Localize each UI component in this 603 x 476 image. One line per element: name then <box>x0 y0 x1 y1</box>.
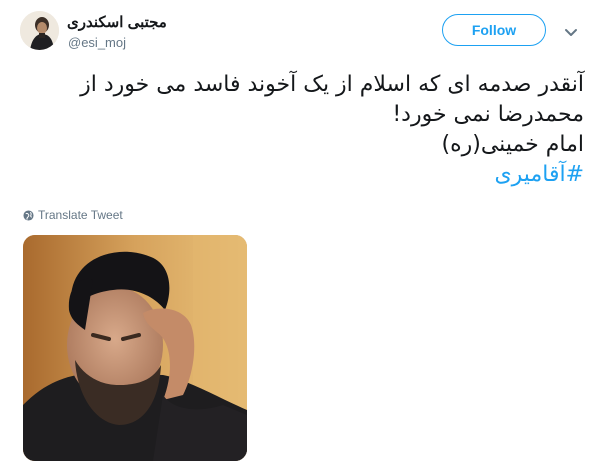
follow-button[interactable]: Follow <box>442 14 546 46</box>
globe-icon <box>23 209 34 221</box>
tweet-card: مجتبی اسکندری @esi_moj Follow آنقدر صدمه… <box>0 0 603 476</box>
translate-label: Translate Tweet <box>38 208 123 222</box>
tweet-text-line: آنقدر صدمه ای که اسلام از یک آخوند فاسد … <box>80 72 584 97</box>
tweet-text: آنقدر صدمه ای که اسلام از یک آخوند فاسد … <box>24 70 584 190</box>
avatar-image <box>20 11 59 50</box>
author-name[interactable]: مجتبی اسکندری <box>67 13 167 31</box>
chevron-down-icon[interactable] <box>563 24 579 40</box>
author-handle[interactable]: @esi_moj <box>68 35 126 50</box>
tweet-text-line: محمدرضا نمی خورد! <box>392 102 584 127</box>
translate-tweet-link[interactable]: Translate Tweet <box>23 208 123 222</box>
hashtag-link[interactable]: #آقامیری <box>24 160 584 190</box>
avatar[interactable] <box>20 11 59 50</box>
tweet-photo[interactable] <box>23 235 247 461</box>
tweet-text-line: امام خمینی(ره) <box>441 132 584 157</box>
